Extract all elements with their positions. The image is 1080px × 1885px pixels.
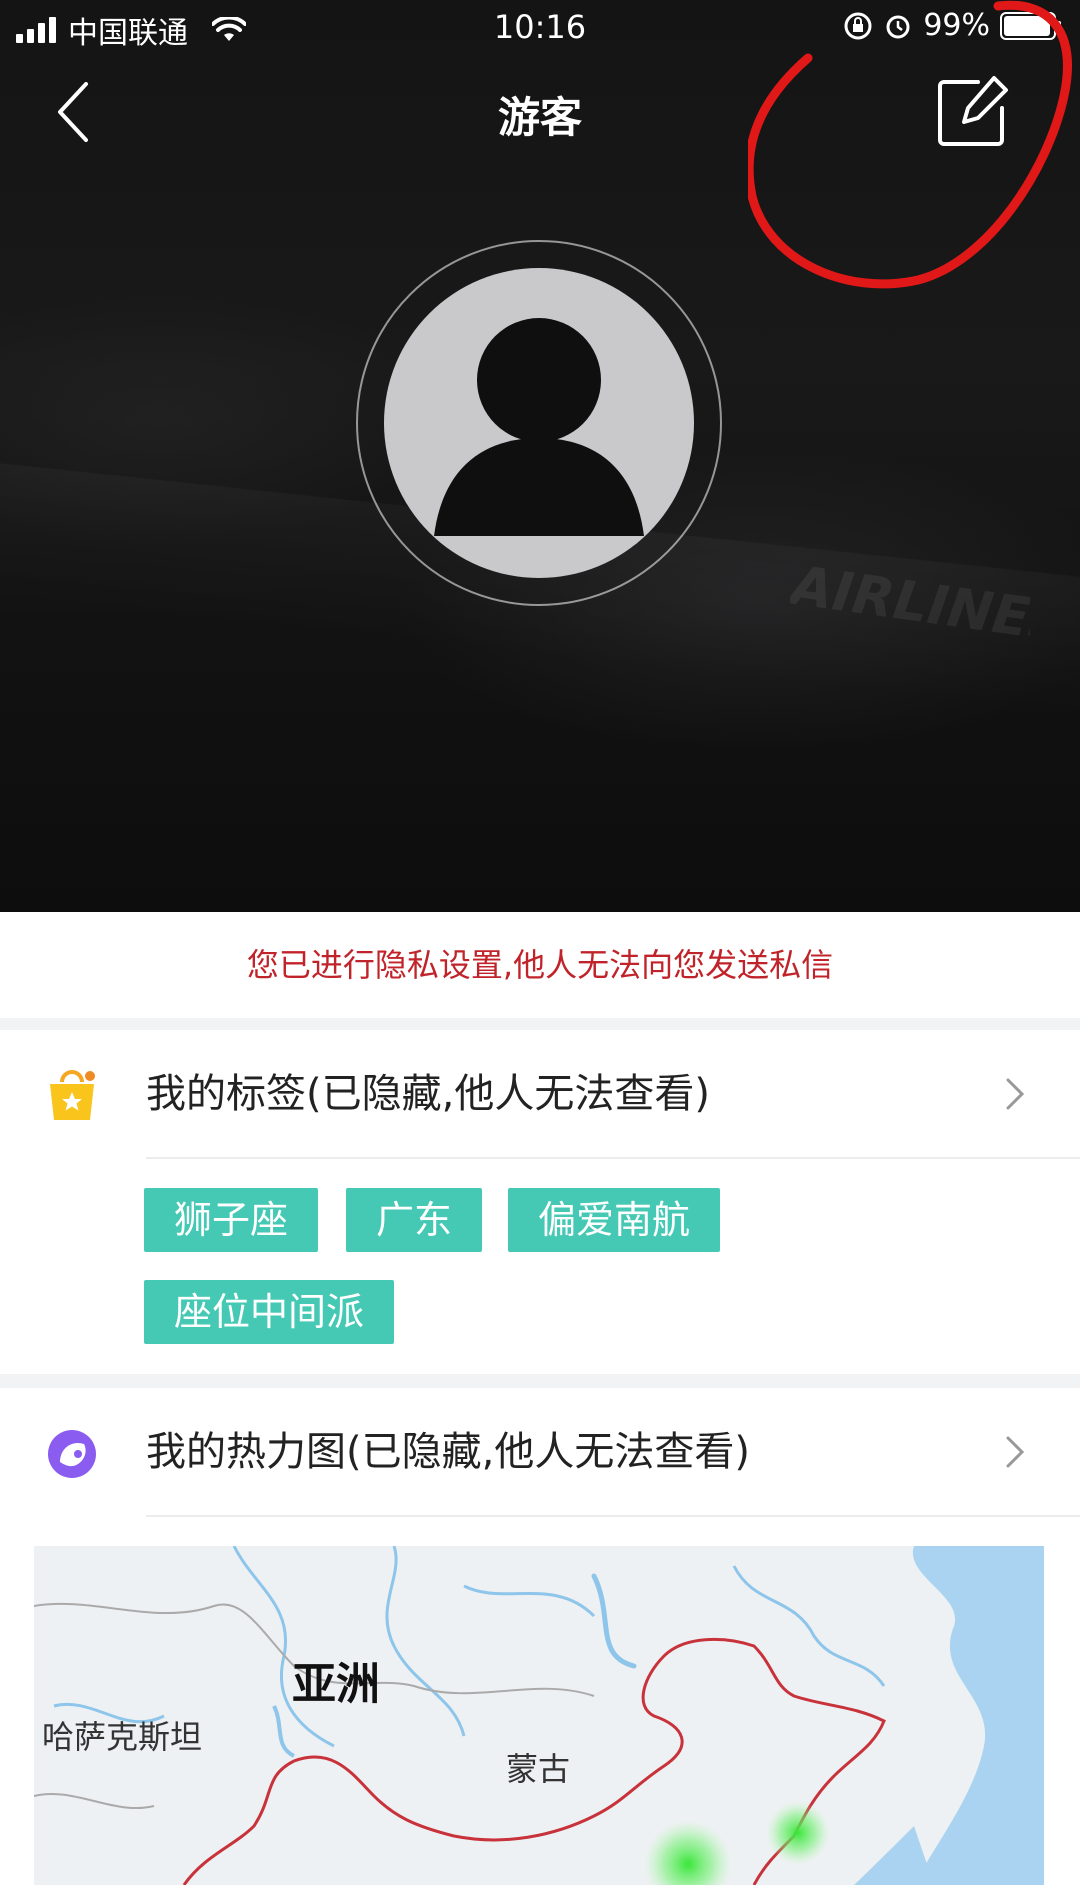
privacy-notice: 您已进行隐私设置,他人无法向您发送私信 bbox=[0, 912, 1080, 1018]
background-airlines-text: AIRLINES bbox=[790, 560, 1030, 650]
tag-chip[interactable]: 座位中间派 bbox=[144, 1280, 395, 1344]
profile-header: AIRLINES 中国联通 10:16 99% 游客 bbox=[0, 0, 1080, 912]
rotation-lock-icon bbox=[844, 12, 872, 39]
tags-card: 我的标签(已隐藏,他人无法查看) 狮子座 广东 偏爱南航 座位中间派 bbox=[0, 1030, 1080, 1374]
avatar[interactable] bbox=[384, 268, 694, 578]
heatmap-row[interactable]: 我的热力图(已隐藏,他人无法查看) bbox=[0, 1388, 1080, 1517]
heatmap-label: 我的热力图(已隐藏,他人无法查看) bbox=[146, 1429, 750, 1475]
heat-spot bbox=[766, 1801, 830, 1865]
default-avatar-icon bbox=[434, 318, 644, 536]
page-title: 游客 bbox=[497, 93, 582, 142]
map-label-continent: 亚洲 bbox=[292, 1659, 380, 1710]
map-label-mongolia: 蒙古 bbox=[506, 1750, 571, 1788]
status-bar: 中国联通 10:16 99% bbox=[0, 0, 1080, 58]
shopping-bag-star-icon bbox=[50, 1070, 95, 1120]
tag-chip[interactable]: 偏爱南航 bbox=[508, 1188, 721, 1252]
battery-icon bbox=[1000, 11, 1061, 40]
edit-icon[interactable] bbox=[934, 74, 1010, 150]
heatmap-icon bbox=[48, 1430, 96, 1478]
heatmap-map[interactable]: 亚洲 哈萨克斯坦 蒙古 bbox=[34, 1546, 1044, 1885]
tags-row[interactable]: 我的标签(已隐藏,他人无法查看) bbox=[0, 1030, 1080, 1159]
map-label-kazakhstan: 哈萨克斯坦 bbox=[42, 1718, 203, 1756]
tag-chip[interactable]: 广东 bbox=[346, 1188, 483, 1252]
heat-spot bbox=[644, 1820, 732, 1885]
divider bbox=[146, 1157, 1080, 1159]
divider bbox=[146, 1515, 1080, 1517]
heatmap-card: 我的热力图(已隐藏,他人无法查看) 亚洲 哈萨克斯坦 蒙古 bbox=[0, 1388, 1080, 1885]
svg-text:AIRLINES: AIRLINES bbox=[790, 560, 1030, 650]
alarm-icon bbox=[886, 15, 910, 38]
tags-label: 我的标签(已隐藏,他人无法查看) bbox=[146, 1071, 710, 1117]
chevron-right-icon bbox=[1006, 1078, 1025, 1110]
battery-percent: 99% bbox=[923, 8, 990, 43]
tag-chip[interactable]: 狮子座 bbox=[144, 1188, 319, 1252]
chevron-right-icon bbox=[1006, 1436, 1025, 1468]
